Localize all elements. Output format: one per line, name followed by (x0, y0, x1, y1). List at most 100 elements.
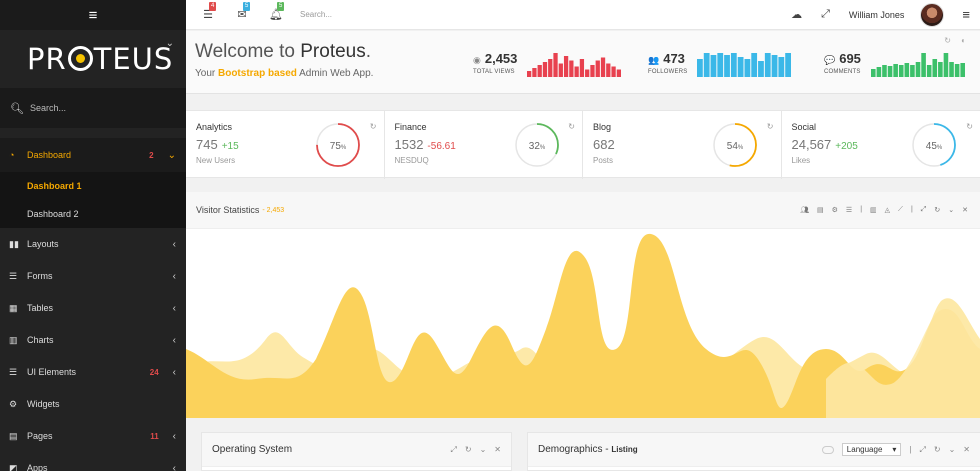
spark-bar (543, 62, 548, 77)
file-icon: ▤ (9, 430, 18, 441)
spark-bar (590, 65, 596, 77)
refresh-icon[interactable]: ↻ (767, 122, 774, 131)
file-icon[interactable]: ▤ (817, 206, 824, 214)
spark-bar (751, 53, 758, 77)
chevron-down-icon[interactable]: ⌄ (949, 445, 956, 454)
sidebar-item-apps[interactable]: ◩ Apps ‹ (0, 452, 186, 471)
stat-card-social: Social 24,567 +205 Likes ↻ 45% (782, 111, 980, 179)
chevron-left-icon: ‹ (172, 238, 176, 250)
close-icon[interactable]: ✕ (963, 445, 970, 454)
close-icon[interactable]: ✕ (494, 445, 501, 454)
spark-bar (876, 67, 882, 77)
area-chart-icon[interactable]: ◬ (885, 206, 890, 214)
sidebar-item-ui-elements[interactable]: ☰ UI Elements 24 ‹ (0, 356, 186, 388)
line-chart-icon[interactable]: ⟋ (898, 206, 903, 214)
expand-icon[interactable]: ⤢ (919, 445, 925, 455)
header-stat-total-views: ◉ 2,453 TOTAL VIEWS (473, 51, 622, 77)
expand-icon[interactable]: ⤢ (921, 206, 927, 214)
visitor-area-secondary-front (826, 305, 980, 418)
sidebar-item-forms[interactable]: ☰ Forms ‹ (0, 260, 186, 292)
spark-bar (611, 66, 617, 77)
stat-card-finance: Finance 1532 -56.61 NESDUQ ↻ 32% (385, 111, 583, 179)
spark-bar (606, 63, 611, 77)
sidebar-item-badge: 24 (149, 367, 159, 377)
spark-bar (731, 53, 738, 77)
chevron-down-icon[interactable]: ⌄ (480, 445, 487, 454)
spark-bar (527, 71, 532, 77)
cloud-icon[interactable]: ☁ (791, 8, 802, 21)
sidebar-subitem-dashboard-2[interactable]: Dashboard 2 (0, 200, 186, 228)
spark-bar (932, 59, 937, 77)
gauge-percent-label: 45% (925, 141, 942, 152)
users-icon[interactable]: 👥︎ (800, 206, 809, 214)
language-select[interactable]: Language ▾ (841, 443, 902, 456)
menu-icon[interactable]: ≡ (962, 7, 970, 22)
sidebar-item-label: Widgets (27, 399, 60, 409)
spark-bar (585, 69, 590, 77)
notifications-button[interactable]: 🔔︎ 5 (260, 2, 292, 21)
sidebar-item-charts[interactable]: ▥ Charts ‹ (0, 324, 186, 356)
spark-bar (954, 64, 960, 77)
topbar: ☰ 4 ✉ 5 🔔︎ 5 ☁ ⤢ William Jones ≡ (186, 0, 980, 30)
sidebar-item-layouts[interactable]: ▮▮ Layouts ‹ (0, 228, 186, 260)
expand-icon[interactable]: ⤢ (450, 445, 456, 455)
card-change: +205 (835, 141, 858, 152)
spark-bar (697, 59, 704, 77)
spark-bar (574, 66, 580, 77)
sidebar-item-tables[interactable]: ▦ Tables ‹ (0, 292, 186, 324)
table-icon: ▦ (9, 302, 18, 313)
bar-chart-icon[interactable]: ▥ (870, 206, 877, 214)
sidebar-item-pages[interactable]: ▤ Pages 11 ‹ (0, 420, 186, 452)
user-name[interactable]: William Jones (849, 10, 905, 20)
chevron-down-icon[interactable]: ⌄ (948, 206, 954, 214)
tasks-button[interactable]: ☰ 4 (192, 2, 224, 21)
stat-label: FOLLOWERS (648, 69, 688, 75)
fullscreen-icon[interactable]: ⤢ (821, 8, 830, 21)
card-value: 745 +15 (196, 137, 239, 152)
card-value: 1532 -56.61 (394, 137, 456, 152)
toggle-icon[interactable]: ◐ (961, 36, 966, 45)
sidebar-toggle-button[interactable]: ≡ (0, 0, 186, 30)
sidebar-item-widgets[interactable]: ⚙ Widgets (0, 388, 186, 420)
spark-bar (921, 53, 926, 77)
sidebar-item-badge: 2 (149, 150, 154, 160)
messages-badge: 5 (243, 2, 251, 11)
columns-icon: ▮▮ (9, 238, 19, 249)
toggle-switch[interactable] (821, 445, 834, 454)
top-search-input[interactable] (300, 10, 480, 19)
messages-button[interactable]: ✉ 5 (226, 2, 258, 21)
demographics-panel: Demographics - Listing Language ▾ | ⤢ ↻ ⌄… (527, 432, 980, 471)
refresh-icon[interactable]: ↻ (934, 445, 941, 454)
stat-sparkbar-chart (870, 53, 965, 77)
stat-text: 💬 695 COMMENTS (824, 51, 861, 77)
refresh-icon[interactable]: ↻ (568, 122, 575, 131)
avatar[interactable] (920, 2, 945, 27)
sidebar-item-dashboard[interactable]: ◔ Dashboard 2 ⌄ (0, 138, 186, 172)
spark-bar (887, 66, 893, 77)
card-ring-gauge: 54% (713, 123, 757, 167)
close-icon[interactable]: ✕ (962, 206, 968, 214)
list-icon[interactable]: ☰ (846, 206, 852, 214)
panel-tools: Language ▾ | ⤢ ↻ ⌄ ✕ (821, 443, 970, 456)
spark-bar (949, 62, 954, 77)
refresh-icon[interactable]: ↻ (934, 206, 940, 214)
visitor-header: Visitor Statistics - 2,453 👥︎ ▤ ⚙ ☰ | ▥ … (186, 192, 980, 229)
visitor-title: Visitor Statistics (196, 205, 260, 215)
stat-value: 💬 695 (824, 51, 861, 66)
spark-bar (870, 69, 876, 77)
gear-icon[interactable]: ⚙ (832, 206, 838, 214)
stat-value: ◉ 2,453 (473, 51, 518, 66)
chevron-down-icon[interactable]: ⌄ (166, 38, 174, 49)
refresh-icon[interactable]: ↻ (370, 122, 377, 131)
logo-text: PR TEUS (27, 42, 174, 76)
sidebar: ≡ PRTEUS ⌄ 🔍︎ ◔ Dashboard 2 ⌄ Dashboard 1Das… (0, 0, 186, 471)
sidebar-subitem-dashboard-1[interactable]: Dashboard 1 (0, 172, 186, 200)
spark-bar (548, 59, 553, 77)
logo[interactable]: PR TEUS ⌄ (0, 30, 186, 88)
refresh-icon[interactable]: ↻ (966, 122, 973, 131)
sidebar-item-label: Dashboard (27, 150, 72, 160)
refresh-icon[interactable]: ↻ (465, 445, 472, 454)
spark-bar (711, 55, 717, 77)
sidebar-search-input[interactable] (30, 103, 170, 113)
refresh-icon[interactable]: ↻ (944, 36, 951, 45)
